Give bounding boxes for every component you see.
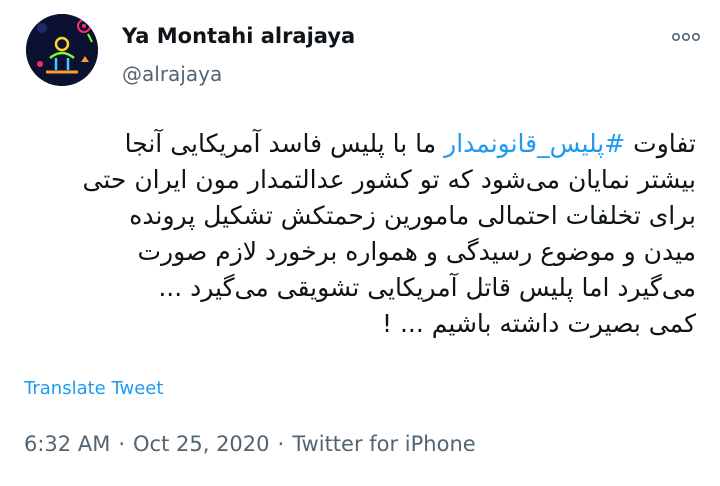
separator: ·: [277, 432, 285, 456]
tweet-text: تفاوت #پلیس_قانونمدار ما با پلیس فاسد آم…: [24, 126, 696, 342]
tweet-line-2: بیشتر نمایان می‌شود که تو کشور عدالتمدار…: [82, 165, 696, 194]
tweet-text-post: ما با پلیس فاسد آمریکایی آنجا: [124, 129, 445, 158]
tweet-line-1: تفاوت #پلیس_قانونمدار ما با پلیس فاسد آم…: [24, 126, 696, 162]
tweet-line-3: برای تخلفات احتمالی مامورین زحمتکش تشکیل…: [129, 201, 696, 230]
translate-tweet-link[interactable]: Translate Tweet: [24, 378, 163, 399]
tweet-text-pre: تفاوت: [625, 129, 696, 158]
hashtag-link[interactable]: #پلیس_قانونمدار: [444, 129, 625, 158]
tweet-line-6: کمی بصیرت داشته باشیم ... !: [382, 309, 696, 338]
author-display-name[interactable]: Ya Montahi alrajaya: [122, 24, 355, 48]
more-options-button[interactable]: [664, 26, 708, 48]
neon-figure-avatar-icon: [26, 14, 98, 86]
tweet-meta: 6:32 AM · Oct 25, 2020 · Twitter for iPhone: [24, 432, 476, 456]
tweet-line-4: میدن و موضوع رسیدگی و همواره برخورد لازم…: [137, 237, 696, 266]
separator: ·: [118, 432, 126, 456]
tweet-time[interactable]: 6:32 AM: [24, 432, 110, 456]
more-horizontal-icon: [671, 32, 700, 42]
tweet-line-5: می‌گیرد اما پلیس قاتل آمریکایی تشویقی می…: [158, 273, 696, 302]
avatar[interactable]: [26, 14, 98, 86]
tweet-date[interactable]: Oct 25, 2020: [133, 432, 270, 456]
author-handle[interactable]: @alrajaya: [122, 62, 222, 86]
tweet-source[interactable]: Twitter for iPhone: [292, 432, 476, 456]
